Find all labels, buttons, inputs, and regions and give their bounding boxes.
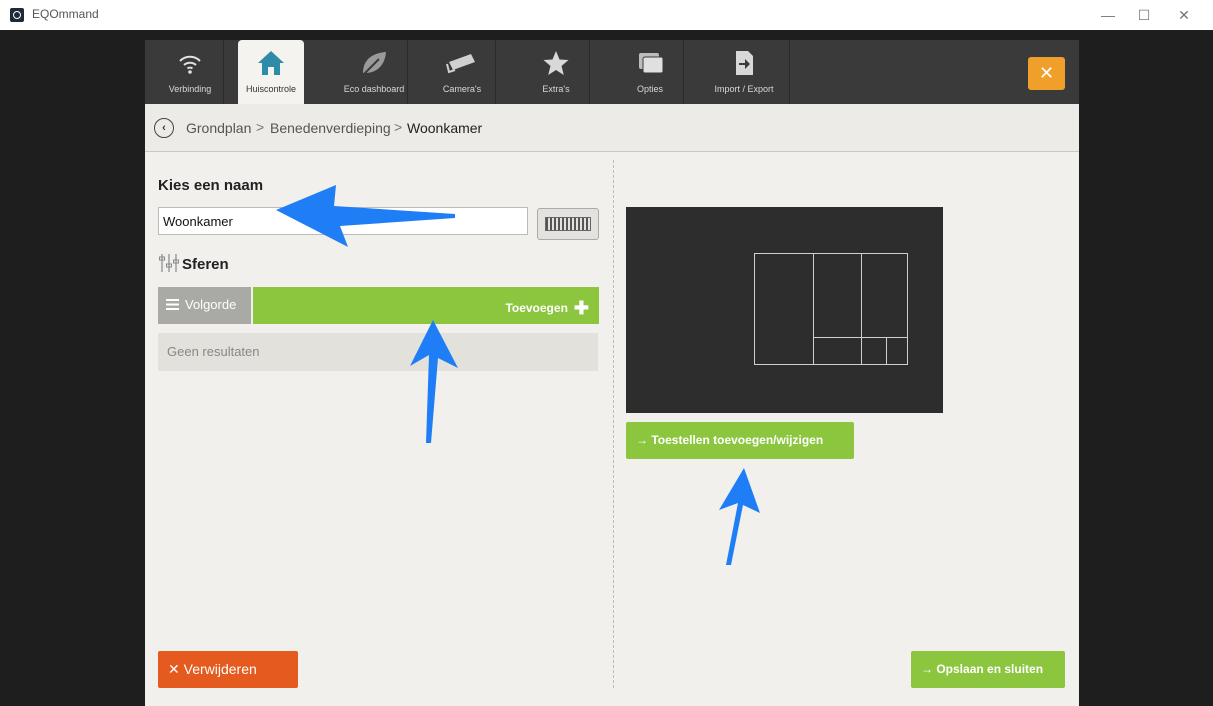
column-divider [613,160,614,688]
tab-huiscontrole[interactable]: Huiscontrole [238,40,304,104]
tab-extras[interactable]: Extra's [523,40,590,104]
close-button[interactable]: ✕ [1028,57,1065,90]
save-label: Opslaan en sluiten [936,662,1044,676]
arrow-right-icon: → [636,433,652,447]
save-close-button[interactable]: → Opslaan en sluiten [911,651,1065,688]
plus-icon: ✚ [573,298,589,318]
add-label: Toevoegen [505,301,568,315]
order-button[interactable]: Volgorde [158,287,251,324]
star-icon [543,51,569,75]
tab-label: Camera's [442,84,482,94]
window-title: EQOmmand [32,7,99,21]
keyboard-button[interactable] [537,208,599,240]
import-export-icon [736,51,753,75]
tab-bar: Verbinding Huiscontrole Eco dashboard Ca… [145,40,1079,104]
room-outline [754,253,814,365]
app-logo-icon [10,8,24,22]
tab-cameras[interactable]: Camera's [429,40,496,104]
room-outline [886,337,908,365]
arrow-right-icon: → [921,662,937,676]
wifi-icon [179,55,201,74]
breadcrumb-separator: > [256,119,265,135]
breadcrumb-benedenverdieping[interactable]: Benedenverdieping [270,120,391,136]
breadcrumb-grondplan[interactable]: Grondplan [186,120,251,136]
close-small-icon: ✕ [168,661,184,677]
tab-opties[interactable]: Opties [617,40,684,104]
room-outline [861,337,887,365]
keyboard-icon [545,217,591,231]
add-button[interactable]: Toevoegen ✚ [253,287,599,324]
tab-label: Huiscontrole [245,84,297,94]
room-outline [861,253,908,338]
window-close-icon[interactable]: ✕ [1166,4,1202,26]
tab-label: Opties [636,84,663,94]
floorplan-preview[interactable] [626,207,943,413]
menu-icon [166,299,179,310]
tab-label: Verbinding [168,84,212,94]
spheres-heading: Sferen [182,256,229,273]
tab-label: Extra's [542,84,570,94]
tab-label: Import / Export [714,84,774,94]
maximize-icon[interactable]: ☐ [1126,4,1162,26]
delete-button[interactable]: ✕ Verwijderen [158,651,298,688]
order-label: Volgorde [185,297,237,312]
window-title-bar: EQOmmand — ☐ ✕ [0,0,1213,30]
devices-label: Toestellen toevoegen/wijzigen [651,433,824,447]
room-outline [813,253,862,338]
main-panel: Verbinding Huiscontrole Eco dashboard Ca… [145,40,1079,706]
breadcrumb: ‹ Grondplan > Benedenverdieping > Woonka… [145,104,1079,152]
name-input[interactable] [158,207,528,235]
house-icon [258,51,284,75]
tab-import-export[interactable]: Import / Export [699,40,790,104]
delete-label: Verwijderen [183,661,257,677]
tab-label: Eco dashboard [343,84,405,94]
room-outline [813,337,862,365]
options-icon [639,53,664,74]
devices-button[interactable]: → Toestellen toevoegen/wijzigen [626,422,854,459]
breadcrumb-woonkamer: Woonkamer [407,120,483,136]
tab-verbinding[interactable]: Verbinding [157,40,224,104]
no-results-row: Geen resultaten [158,333,598,371]
tab-eco-dashboard[interactable]: Eco dashboard [341,40,408,104]
camera-icon [446,54,475,74]
name-heading: Kies een naam [158,177,264,194]
leaf-icon [363,52,386,75]
sliders-icon [158,252,180,274]
breadcrumb-separator: > [394,119,403,135]
back-icon[interactable]: ‹ [154,118,174,138]
minimize-icon[interactable]: — [1090,4,1126,26]
